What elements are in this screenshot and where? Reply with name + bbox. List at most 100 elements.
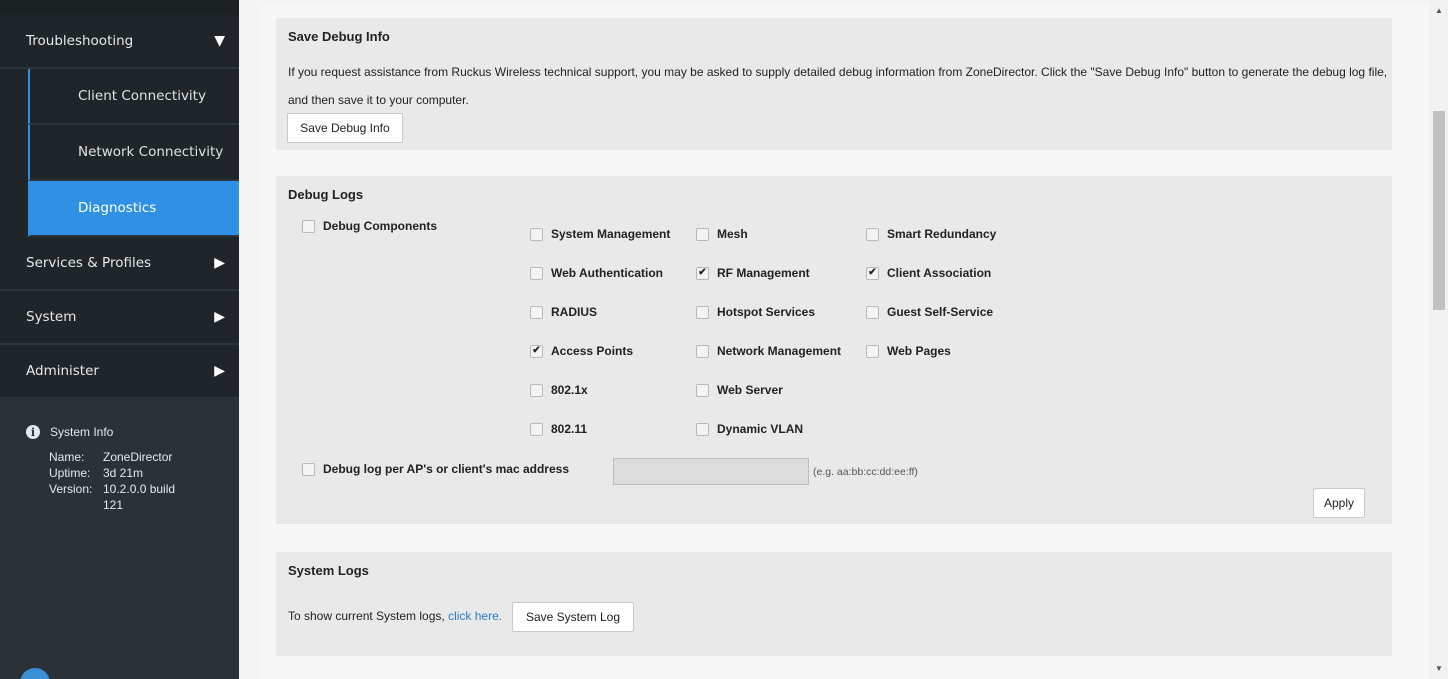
name-label: Name: (49, 450, 85, 464)
checkbox-box[interactable] (530, 422, 543, 436)
debug-option-checkbox[interactable]: Dynamic VLAN (696, 422, 803, 436)
uptime-label: Uptime: (49, 466, 91, 480)
system-logs-prompt: To show current System logs, (288, 609, 449, 623)
nav-services-profiles[interactable]: Services & Profiles ▶ (0, 237, 239, 291)
debug-option-checkbox[interactable]: 802.1x (530, 383, 588, 397)
checkmark-icon[interactable]: ✔ (696, 266, 709, 280)
version-label: Version: (49, 482, 93, 496)
uptime-value: 3d 21m (103, 466, 144, 480)
debug-option-checkbox[interactable]: ✔ Access Points (530, 344, 633, 358)
checkbox-label: Web Authentication (551, 266, 663, 280)
nav-troubleshooting[interactable]: Troubleshooting ▼ (0, 15, 239, 69)
checkbox-box[interactable] (696, 227, 709, 241)
checkbox-label: 802.1x (551, 383, 588, 397)
checkbox-label: 802.11 (551, 422, 588, 436)
checkbox-label: Debug log per AP's or client's mac addre… (323, 462, 569, 476)
checkbox-box[interactable] (866, 344, 879, 358)
caret-right-icon: ▶ (214, 363, 225, 379)
save-debug-button[interactable]: Save Debug Info (287, 113, 403, 143)
debug-logs-panel: Debug Logs Debug Components System Manag… (276, 176, 1392, 524)
scrollbar[interactable]: ▲ ▼ (1430, 0, 1448, 679)
debug-components-checkbox[interactable]: Debug Components (302, 219, 437, 233)
click-here-link[interactable]: click here. (448, 609, 502, 623)
debug-option-checkbox[interactable]: Network Management (696, 344, 841, 358)
nav-system[interactable]: System ▶ (0, 291, 239, 345)
system-logs-title: System Logs (288, 563, 369, 578)
mac-debug-checkbox[interactable]: Debug log per AP's or client's mac addre… (302, 462, 569, 476)
checkbox-box[interactable] (530, 305, 543, 319)
save-system-log-button[interactable]: Save System Log (512, 602, 634, 632)
checkbox-label: Smart Redundancy (887, 227, 997, 241)
info-icon: i (26, 425, 40, 439)
system-info: i System Info Name: ZoneDirector Uptime: 3… (0, 399, 239, 513)
nav-services-label: Services & Profiles (26, 255, 152, 271)
sub-item-label: Network Connectivity (78, 144, 224, 160)
checkbox-label: Web Server (717, 383, 783, 397)
caret-down-icon: ▼ (214, 33, 225, 49)
checkbox-label: Mesh (717, 227, 748, 241)
checkbox-box[interactable] (302, 462, 315, 476)
debug-option-checkbox[interactable]: RADIUS (530, 305, 597, 319)
debug-option-checkbox[interactable]: ✔ Client Association (866, 266, 991, 280)
system-logs-text: To show current System logs, click here. (288, 609, 502, 623)
debug-option-checkbox[interactable]: System Management (530, 227, 670, 241)
checkbox-box[interactable] (530, 266, 543, 280)
scroll-down-icon[interactable]: ▼ (1435, 664, 1443, 673)
checkbox-box[interactable] (696, 383, 709, 397)
nav-administer[interactable]: Administer ▶ (0, 345, 239, 399)
debug-option-checkbox[interactable]: Web Authentication (530, 266, 663, 280)
system-info-title: System Info (50, 425, 114, 439)
checkbox-box[interactable] (696, 305, 709, 319)
checkbox-label: Guest Self-Service (887, 305, 994, 319)
checkbox-label: Dynamic VLAN (717, 422, 804, 436)
debug-option-checkbox[interactable]: Mesh (696, 227, 748, 241)
caret-right-icon: ▶ (214, 255, 225, 271)
debug-option-checkbox[interactable]: 802.11 (530, 422, 587, 436)
save-debug-panel: Save Debug Info If you request assistanc… (276, 18, 1392, 150)
name-value: ZoneDirector (103, 450, 173, 464)
checkbox-label: Debug Components (323, 219, 437, 233)
avatar[interactable] (20, 668, 50, 679)
sidebar-top-strip (0, 0, 239, 15)
nav-administer-label: Administer (26, 363, 99, 379)
checkbox-box[interactable] (866, 227, 879, 241)
system-logs-panel: System Logs To show current System logs,… (276, 552, 1392, 656)
sub-item-network-connectivity[interactable]: Network Connectivity (28, 125, 239, 181)
checkmark-icon[interactable]: ✔ (530, 344, 543, 358)
scroll-up-icon[interactable]: ▲ (1435, 6, 1443, 15)
nav-system-label: System (26, 309, 77, 325)
main-content: Save Debug Info If you request assistanc… (260, 5, 1430, 679)
debug-option-checkbox[interactable]: Smart Redundancy (866, 227, 996, 241)
checkbox-label: RF Management (717, 266, 810, 280)
mac-address-input[interactable] (613, 458, 809, 485)
sub-item-client-connectivity[interactable]: Client Connectivity (28, 69, 239, 125)
checkbox-box[interactable] (530, 227, 543, 241)
save-debug-description: If you request assistance from Ruckus Wi… (288, 65, 1388, 107)
checkmark-icon[interactable]: ✔ (866, 266, 879, 280)
checkbox-box[interactable] (302, 219, 315, 233)
checkbox-label: Access Points (551, 344, 634, 358)
checkbox-box[interactable] (696, 422, 709, 436)
apply-button[interactable]: Apply (1313, 488, 1365, 518)
checkbox-label: Network Management (717, 344, 842, 358)
troubleshooting-submenu: Client Connectivity Network Connectivity… (0, 69, 239, 237)
version-value: 10.2.0.0 build 121 (103, 482, 176, 512)
checkbox-label: RADIUS (551, 305, 598, 319)
debug-option-checkbox[interactable]: Web Pages (866, 344, 951, 358)
checkbox-box[interactable] (866, 305, 879, 319)
debug-option-checkbox[interactable]: Guest Self-Service (866, 305, 993, 319)
sub-item-diagnostics[interactable]: Diagnostics (28, 181, 239, 237)
scrollbar-thumb[interactable] (1433, 111, 1445, 310)
mac-hint: (e.g. aa:bb:cc:dd:ee:ff) (813, 466, 918, 478)
checkbox-label: Client Association (887, 266, 992, 280)
sub-item-label: Diagnostics (78, 200, 157, 216)
checkbox-label: Hotspot Services (717, 305, 816, 319)
sub-item-label: Client Connectivity (78, 88, 206, 104)
checkbox-box[interactable] (530, 383, 543, 397)
checkbox-box[interactable] (696, 344, 709, 358)
caret-right-icon: ▶ (214, 309, 225, 325)
debug-option-checkbox[interactable]: Web Server (696, 383, 783, 397)
checkbox-label: Web Pages (887, 344, 951, 358)
debug-option-checkbox[interactable]: Hotspot Services (696, 305, 815, 319)
debug-option-checkbox[interactable]: ✔ RF Management (696, 266, 810, 280)
